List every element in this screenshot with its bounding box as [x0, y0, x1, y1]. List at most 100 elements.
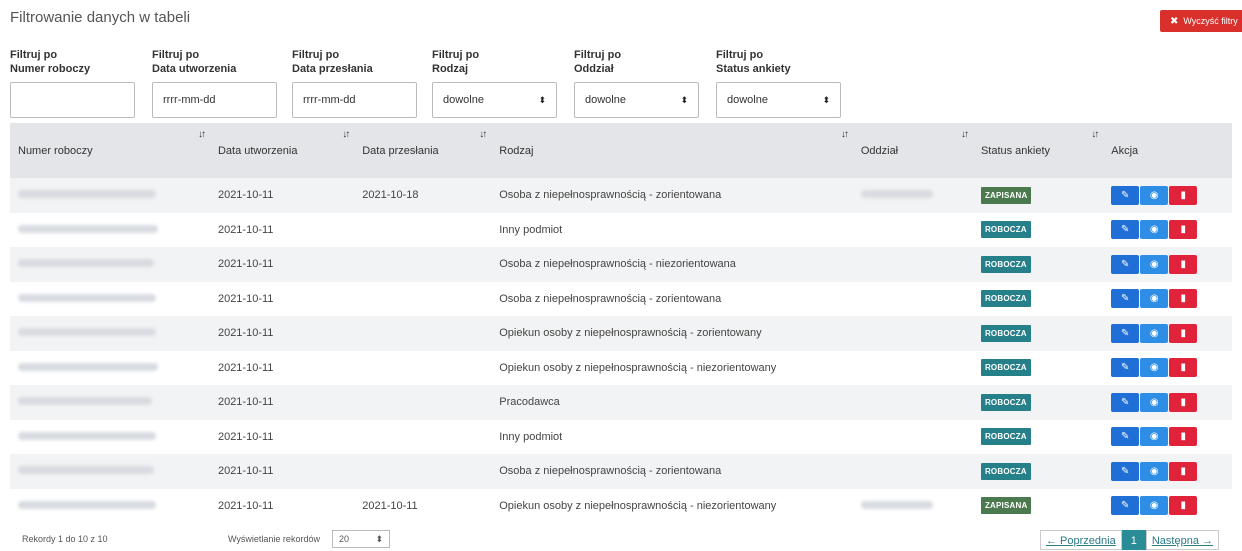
sort-icon[interactable]: ↓↑ [198, 129, 206, 140]
eye-button[interactable]: ◉ [1140, 461, 1169, 481]
trash-button[interactable]: ▮ [1169, 185, 1198, 205]
edit-icon: ✎ [1121, 327, 1130, 339]
cell-status: ROBOCZA [972, 281, 1104, 316]
cell-sent-date [354, 247, 492, 282]
eye-button[interactable]: ◉ [1140, 323, 1169, 343]
status-badge: ROBOCZA [980, 428, 1031, 446]
trash-button[interactable]: ▮ [1169, 323, 1198, 343]
edit-button[interactable]: ✎ [1111, 358, 1140, 378]
filter-group: Filtruj po Oddział dowolne ⬍ [574, 48, 699, 118]
cell-sent-date: 2021-10-11 [354, 488, 492, 523]
next-page-button[interactable]: Następna → [1145, 530, 1219, 550]
filter-input[interactable] [10, 82, 135, 118]
eye-icon: ◉ [1149, 500, 1159, 512]
cell-created-date: 2021-10-11 [209, 454, 355, 489]
cell-created-date: 2021-10-11 [209, 350, 355, 385]
filter-select[interactable]: dowolne ⬍ [716, 82, 841, 118]
cell-status: ROBOCZA [972, 350, 1104, 385]
filter-value: rrrr-mm-dd [163, 94, 216, 106]
edit-button[interactable]: ✎ [1111, 289, 1140, 309]
table-row: 2021-10-11 Pracodawca ROBOCZA ✎ ◉ ▮ [10, 385, 1232, 420]
table-row: 2021-10-11 Opiekun osoby z niepełnosprawn… [10, 350, 1232, 385]
cell-work-number [10, 212, 210, 247]
edit-button[interactable]: ✎ [1111, 461, 1140, 481]
column-header[interactable]: Rodzaj ↓↑ [491, 123, 853, 178]
edit-icon: ✎ [1121, 362, 1130, 374]
trash-button[interactable]: ▮ [1169, 392, 1198, 412]
cell-work-number [10, 247, 210, 282]
cell-branch [852, 488, 973, 523]
filter-input[interactable]: rrrr-mm-dd [292, 82, 417, 118]
filter-value: rrrr-mm-dd [303, 94, 356, 106]
filter-value: dowolne [585, 94, 626, 106]
table-header-row: Numer roboczy ↓↑ Data utworzenia ↓↑ Data prz… [10, 123, 1232, 178]
cell-actions: ✎ ◉ ▮ [1103, 488, 1232, 523]
trash-button[interactable]: ▮ [1169, 220, 1198, 240]
column-header-label: Data przesłania [362, 144, 439, 157]
edit-button[interactable]: ✎ [1111, 427, 1140, 447]
filter-group: Filtruj po Data utworzenia rrrr-mm-dd [152, 48, 277, 118]
cell-branch [852, 454, 973, 489]
edit-button[interactable]: ✎ [1111, 323, 1140, 343]
eye-button[interactable]: ◉ [1140, 289, 1169, 309]
edit-button[interactable]: ✎ [1111, 254, 1140, 274]
filter-label: Filtruj po [432, 49, 480, 61]
eye-button[interactable]: ◉ [1140, 220, 1169, 240]
status-badge: ROBOCZA [980, 324, 1031, 342]
filter-value: dowolne [727, 94, 768, 106]
cell-work-number [10, 178, 210, 213]
eye-button[interactable]: ◉ [1140, 496, 1169, 516]
filter-select[interactable]: dowolne ⬍ [574, 82, 699, 118]
edit-button[interactable]: ✎ [1111, 496, 1140, 516]
cell-actions: ✎ ◉ ▮ [1103, 281, 1232, 316]
column-header[interactable]: Oddział ↓↑ [852, 123, 973, 178]
column-header[interactable]: Status ankiety ↓↑ [972, 123, 1104, 178]
filter-select[interactable]: dowolne ⬍ [432, 82, 557, 118]
trash-button[interactable]: ▮ [1169, 358, 1198, 378]
eye-button[interactable]: ◉ [1140, 185, 1169, 205]
pagination: ← Poprzednia 1 Następna → [1040, 530, 1219, 550]
eye-button[interactable]: ◉ [1140, 392, 1169, 412]
filter-field-name: Rodzaj [432, 63, 469, 75]
clear-filters-button[interactable]: ✖ Wyczyść filtry [1160, 10, 1242, 32]
filter-label: Filtruj po [152, 49, 200, 61]
eye-button[interactable]: ◉ [1140, 427, 1169, 447]
edit-icon: ✎ [1121, 258, 1130, 270]
eye-icon: ◉ [1149, 224, 1159, 236]
trash-icon: ▮ [1180, 293, 1186, 305]
cell-type: Opiekun osoby z niepełnosprawnością - ni… [491, 488, 853, 523]
column-header[interactable]: Numer roboczy ↓↑ [10, 123, 210, 178]
page-size-select[interactable]: 20 ⬍ [332, 530, 390, 548]
page-1-button[interactable]: 1 [1121, 530, 1146, 550]
cell-sent-date [354, 454, 492, 489]
trash-button[interactable]: ▮ [1169, 461, 1198, 481]
column-header[interactable]: Data przesłania ↓↑ [354, 123, 492, 178]
trash-icon: ▮ [1180, 189, 1186, 201]
sort-icon[interactable]: ↓↑ [841, 129, 849, 140]
status-badge: ROBOCZA [980, 462, 1031, 480]
sort-icon[interactable]: ↓↑ [1091, 129, 1099, 140]
trash-button[interactable]: ▮ [1169, 496, 1198, 516]
filter-label: Filtruj po [292, 49, 340, 61]
cell-created-date: 2021-10-11 [209, 385, 355, 420]
redacted-value [18, 466, 154, 475]
cell-sent-date [354, 281, 492, 316]
trash-button[interactable]: ▮ [1169, 254, 1198, 274]
sort-icon[interactable]: ↓↑ [961, 129, 969, 140]
edit-button[interactable]: ✎ [1111, 392, 1140, 412]
cell-branch [852, 212, 973, 247]
eye-button[interactable]: ◉ [1140, 358, 1169, 378]
edit-button[interactable]: ✎ [1111, 220, 1140, 240]
trash-button[interactable]: ▮ [1169, 289, 1198, 309]
table-row: 2021-10-11 Osoba z niepełnosprawnością - … [10, 454, 1232, 489]
sort-icon[interactable]: ↓↑ [479, 129, 487, 140]
eye-button[interactable]: ◉ [1140, 254, 1169, 274]
redacted-value [18, 259, 154, 268]
filter-input[interactable]: rrrr-mm-dd [152, 82, 277, 118]
table-footer: Rekordy 1 do 10 z 10 Wyświetlanie rekord… [0, 530, 1242, 550]
column-header[interactable]: Data utworzenia ↓↑ [209, 123, 355, 178]
trash-button[interactable]: ▮ [1169, 427, 1198, 447]
prev-page-button[interactable]: ← Poprzednia [1040, 530, 1122, 550]
edit-button[interactable]: ✎ [1111, 185, 1140, 205]
sort-icon[interactable]: ↓↑ [342, 129, 350, 140]
